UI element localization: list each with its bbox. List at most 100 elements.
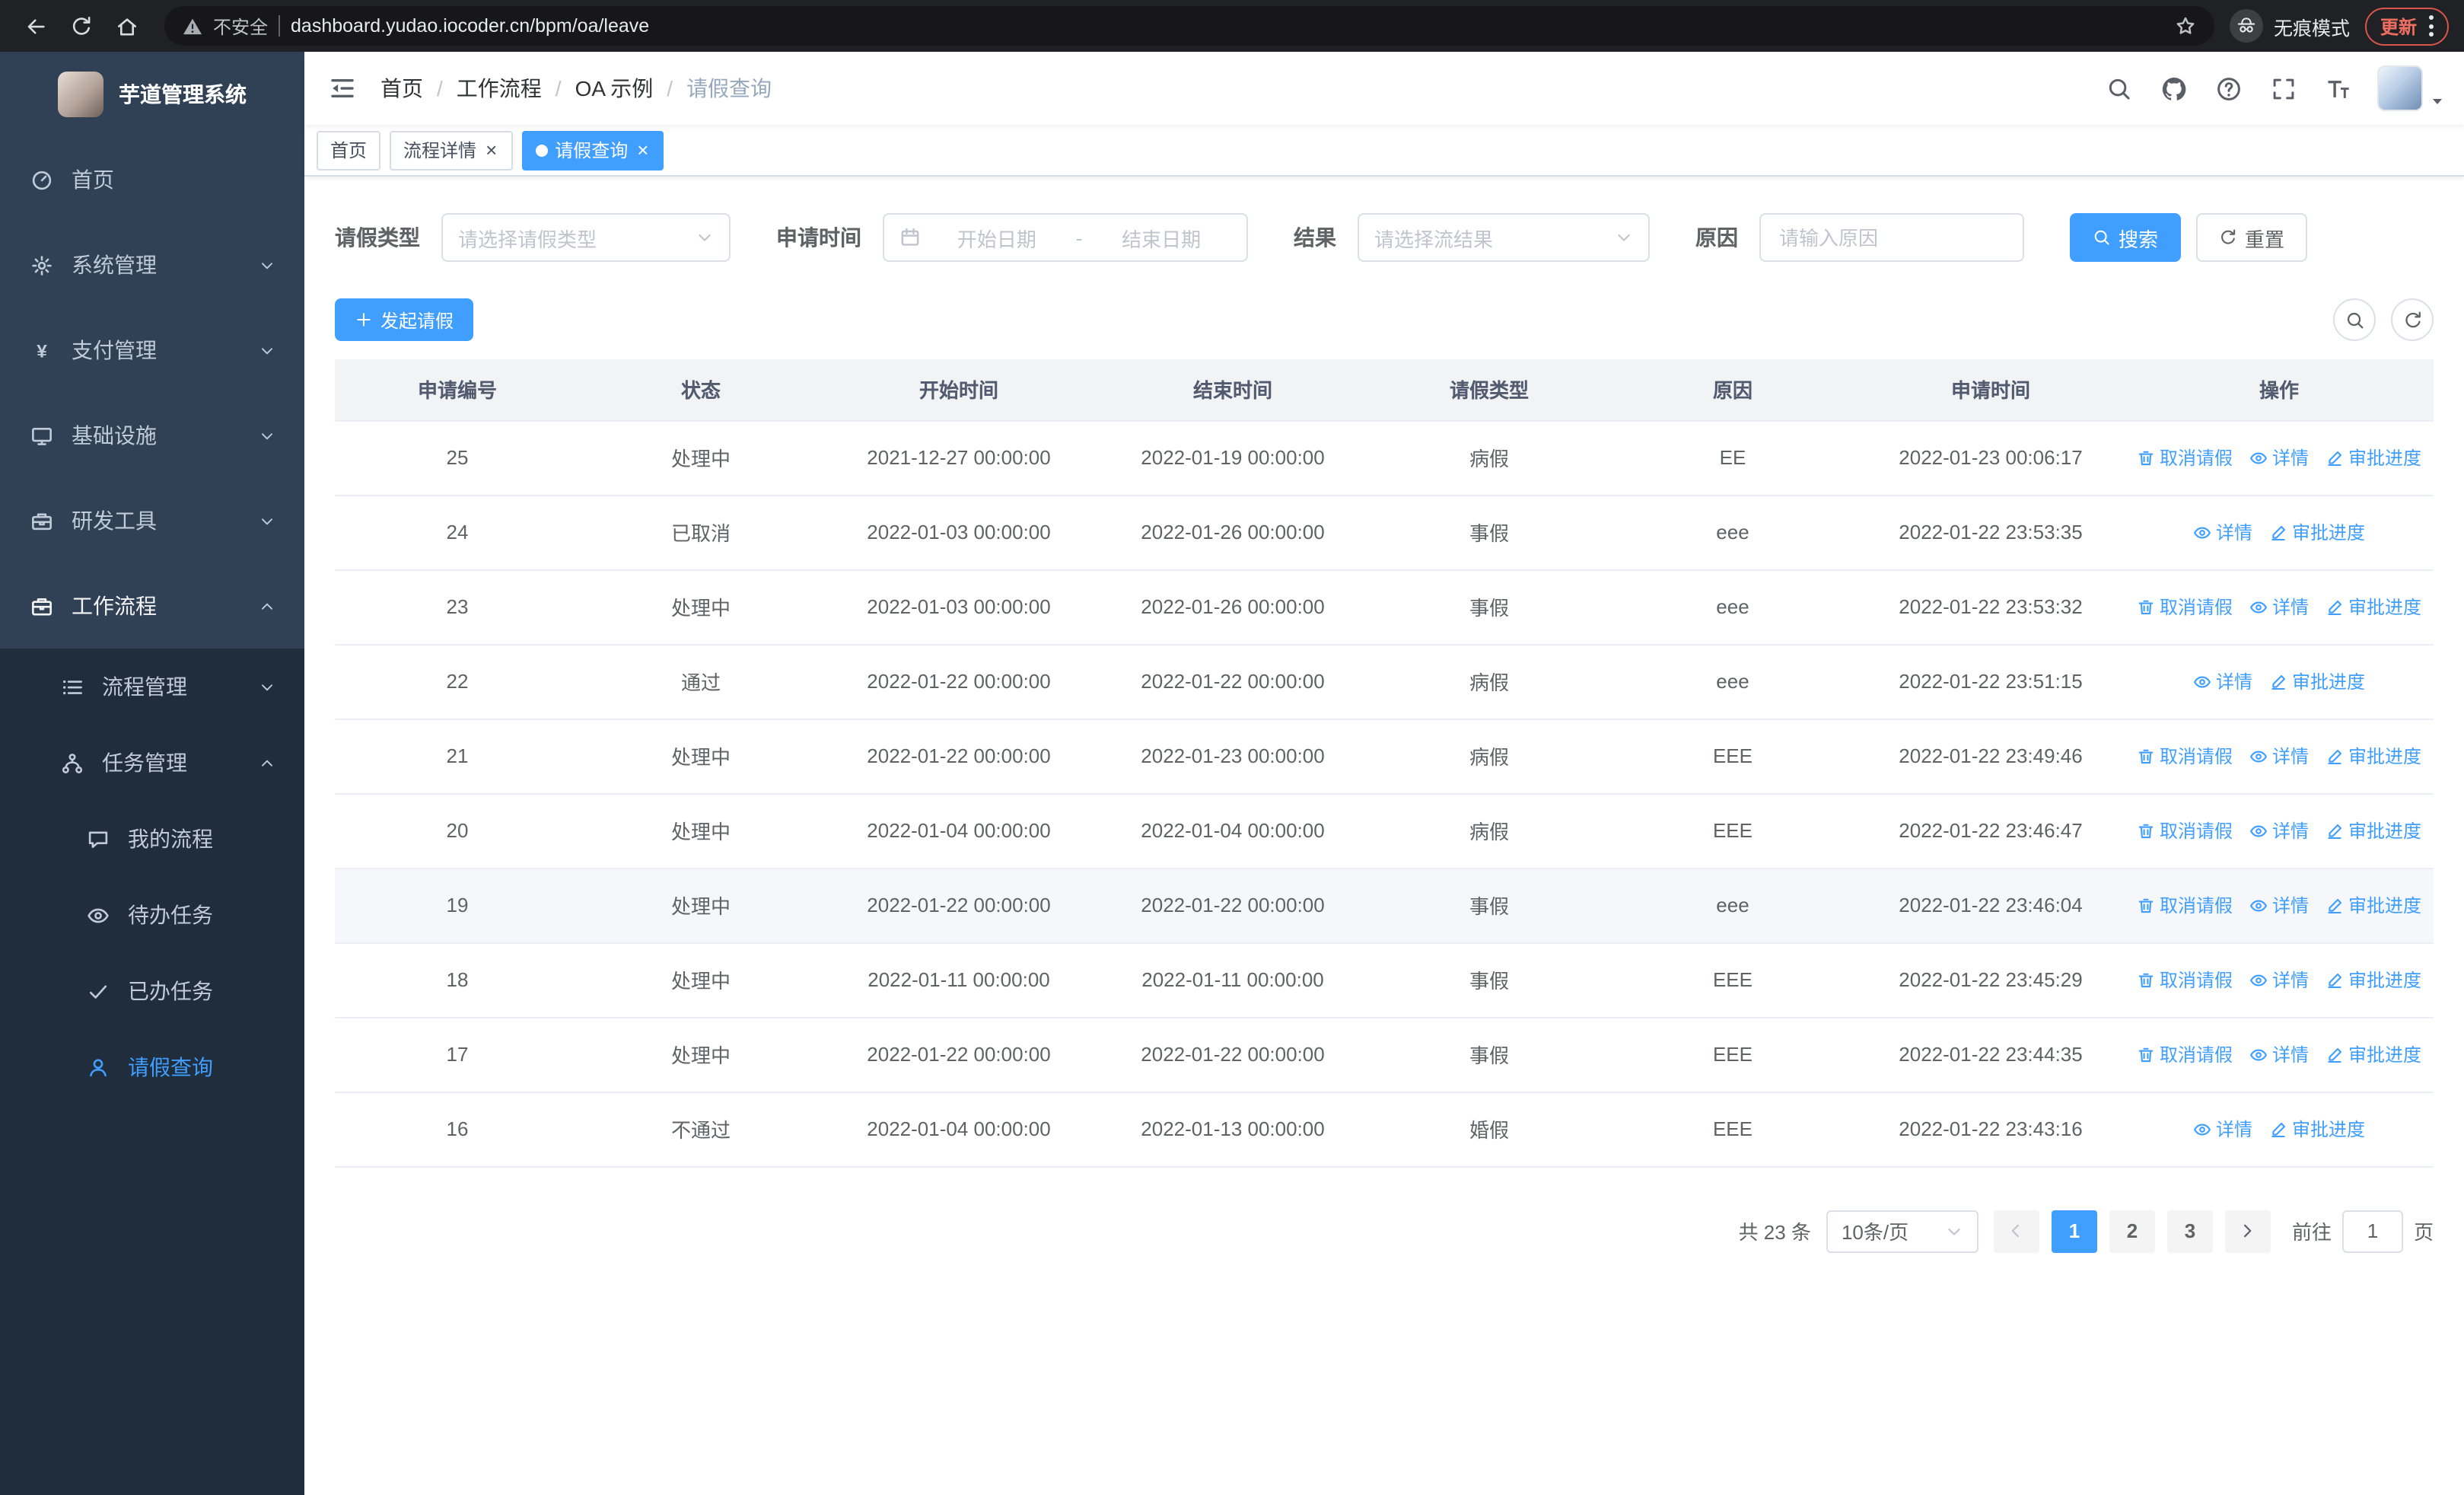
page-button-2[interactable]: 2 bbox=[2109, 1210, 2155, 1252]
sidebar-item-payment[interactable]: ¥ 支付管理 bbox=[0, 308, 304, 393]
goto-page-input[interactable] bbox=[2341, 1210, 2403, 1252]
sidebar-item-devtools[interactable]: 研发工具 bbox=[0, 478, 304, 563]
approval-progress-link[interactable]: 审批进度 bbox=[2326, 1041, 2421, 1067]
table-row-16[interactable]: 16 不通过 2022-01-04 00:00:00 2022-01-13 00:00… bbox=[335, 1092, 2434, 1167]
approval-progress-link[interactable]: 审批进度 bbox=[2326, 967, 2421, 993]
detail-link[interactable]: 详情 bbox=[2249, 967, 2309, 993]
table-row-20[interactable]: 20 处理中 2022-01-04 00:00:00 2022-01-04 00:00… bbox=[335, 793, 2434, 869]
table-row-17[interactable]: 17 处理中 2022-01-22 00:00:00 2022-01-22 00:00… bbox=[335, 1017, 2434, 1092]
browser-reload-icon[interactable] bbox=[61, 5, 102, 46]
breadcrumb-item[interactable]: 首页 bbox=[380, 73, 423, 104]
result-select[interactable]: 请选择流结果 bbox=[1358, 213, 1650, 262]
sidebar-item-process-mgmt[interactable]: 流程管理 bbox=[0, 649, 304, 725]
cancel-leave-link[interactable]: 取消请假 bbox=[2137, 892, 2233, 918]
cell-applied: 2022-01-22 23:53:32 bbox=[1857, 569, 2125, 645]
browser-menu-icon[interactable] bbox=[2429, 15, 2434, 37]
cell-id: 22 bbox=[335, 644, 580, 719]
tab-leave-query[interactable]: 请假查询 × bbox=[521, 130, 664, 170]
chevron-down-icon bbox=[1945, 1222, 1963, 1240]
next-page-button[interactable] bbox=[2224, 1210, 2271, 1252]
refresh-icon bbox=[2219, 228, 2237, 247]
approval-progress-link[interactable]: 审批进度 bbox=[2326, 818, 2421, 843]
avatar[interactable] bbox=[2377, 65, 2423, 111]
tab-close-icon[interactable]: × bbox=[484, 140, 498, 160]
logo[interactable]: 芋道管理系统 bbox=[0, 52, 304, 137]
hamburger-icon[interactable] bbox=[304, 52, 380, 125]
prev-page-button[interactable] bbox=[1993, 1210, 2039, 1252]
cell-operations: 取消请假 详情 审批进度 bbox=[2125, 420, 2434, 496]
address-bar[interactable]: 不安全 dashboard.yudao.iocoder.cn/bpm/oa/le… bbox=[164, 6, 2214, 46]
tab-close-icon[interactable]: × bbox=[635, 140, 650, 160]
page-button-3[interactable]: 3 bbox=[2166, 1210, 2213, 1252]
detail-link[interactable]: 详情 bbox=[2193, 668, 2252, 694]
not-secure-warning-icon[interactable] bbox=[183, 16, 202, 36]
approval-progress-link[interactable]: 审批进度 bbox=[2269, 668, 2365, 694]
cell-status: 已取消 bbox=[580, 495, 822, 570]
font-size-icon[interactable] bbox=[2310, 52, 2365, 125]
search-button[interactable]: 搜索 bbox=[2070, 213, 2182, 262]
reset-button[interactable]: 重置 bbox=[2196, 213, 2308, 262]
approval-progress-link[interactable]: 审批进度 bbox=[2326, 445, 2421, 470]
fullscreen-icon[interactable] bbox=[2255, 52, 2310, 125]
cancel-leave-link[interactable]: 取消请假 bbox=[2137, 445, 2233, 470]
detail-link[interactable]: 详情 bbox=[2249, 818, 2309, 843]
page-size-select[interactable]: 10条/页 bbox=[1826, 1210, 1979, 1252]
cancel-leave-link[interactable]: 取消请假 bbox=[2137, 818, 2233, 843]
app: 芋道管理系统 首页 系统管理 ¥ 支付管理 基础设施 研发工具 工作流程 流程管理 任务管理 我的… bbox=[0, 52, 2464, 1495]
tab-home[interactable]: 首页 bbox=[317, 130, 381, 170]
help-icon[interactable] bbox=[2201, 52, 2255, 125]
browser-back-icon[interactable] bbox=[15, 5, 56, 46]
chevron-up-icon bbox=[259, 598, 275, 614]
breadcrumb-item[interactable]: 工作流程 bbox=[457, 73, 542, 104]
table-row-18[interactable]: 18 处理中 2022-01-11 00:00:00 2022-01-11 00:00… bbox=[335, 942, 2434, 1018]
detail-link[interactable]: 详情 bbox=[2249, 892, 2309, 918]
sidebar-item-done-tasks[interactable]: 已办任务 bbox=[0, 953, 304, 1029]
approval-progress-link[interactable]: 审批进度 bbox=[2326, 892, 2421, 918]
sidebar-item-my-process[interactable]: 我的流程 bbox=[0, 801, 304, 877]
cancel-leave-link[interactable]: 取消请假 bbox=[2137, 1041, 2233, 1067]
refresh-table-icon[interactable] bbox=[2391, 298, 2434, 341]
table-row-21[interactable]: 21 处理中 2022-01-22 00:00:00 2022-01-23 00:00… bbox=[335, 719, 2434, 794]
reason-input[interactable] bbox=[1759, 213, 2024, 262]
detail-link[interactable]: 详情 bbox=[2249, 445, 2309, 470]
cancel-leave-link[interactable]: 取消请假 bbox=[2137, 743, 2233, 769]
sidebar-item-task-mgmt[interactable]: 任务管理 bbox=[0, 725, 304, 801]
sidebar-item-home[interactable]: 首页 bbox=[0, 137, 304, 222]
tab-process-detail[interactable]: 流程详情 × bbox=[390, 130, 513, 170]
approval-progress-link[interactable]: 审批进度 bbox=[2326, 743, 2421, 769]
trash-icon bbox=[2137, 821, 2155, 840]
sidebar-item-system[interactable]: 系统管理 bbox=[0, 222, 304, 308]
toggle-search-icon[interactable] bbox=[2333, 298, 2376, 341]
table-row-25[interactable]: 25 处理中 2021-12-27 00:00:00 2022-01-19 00:00… bbox=[335, 420, 2434, 496]
approval-progress-link[interactable]: 审批进度 bbox=[2326, 594, 2421, 620]
update-button[interactable]: 更新 bbox=[2364, 7, 2449, 45]
apply-time-range-picker[interactable]: 开始日期 - 结束日期 bbox=[883, 213, 1248, 262]
bookmark-star-icon[interactable] bbox=[2175, 15, 2196, 37]
cancel-leave-link[interactable]: 取消请假 bbox=[2137, 967, 2233, 993]
detail-link[interactable]: 详情 bbox=[2249, 743, 2309, 769]
sidebar-item-workflow[interactable]: 工作流程 bbox=[0, 563, 304, 649]
table-row-22[interactable]: 22 通过 2022-01-22 00:00:00 2022-01-22 00:00:… bbox=[335, 644, 2434, 719]
table-row-23[interactable]: 23 处理中 2022-01-03 00:00:00 2022-01-26 00:00… bbox=[335, 569, 2434, 645]
sidebar-item-leave-query[interactable]: 请假查询 bbox=[0, 1029, 304, 1105]
leave-type-select[interactable]: 请选择请假类型 bbox=[441, 213, 731, 262]
table-row-19[interactable]: 19 处理中 2022-01-22 00:00:00 2022-01-22 00:00… bbox=[335, 868, 2434, 943]
cancel-leave-link[interactable]: 取消请假 bbox=[2137, 594, 2233, 620]
sidebar-item-infra[interactable]: 基础设施 bbox=[0, 393, 304, 478]
approval-progress-link[interactable]: 审批进度 bbox=[2269, 1116, 2365, 1142]
detail-link[interactable]: 详情 bbox=[2193, 519, 2252, 545]
detail-link[interactable]: 详情 bbox=[2193, 1116, 2252, 1142]
detail-link[interactable]: 详情 bbox=[2249, 594, 2309, 620]
search-icon[interactable] bbox=[2091, 52, 2146, 125]
create-leave-button[interactable]: 发起请假 bbox=[335, 298, 474, 341]
cell-reason: EEE bbox=[1609, 942, 1857, 1018]
page-button-1[interactable]: 1 bbox=[2051, 1210, 2097, 1252]
detail-link[interactable]: 详情 bbox=[2249, 1041, 2309, 1067]
approval-progress-link[interactable]: 审批进度 bbox=[2269, 519, 2365, 545]
browser-home-icon[interactable] bbox=[107, 5, 148, 46]
avatar-caret-icon[interactable] bbox=[2429, 92, 2446, 109]
sidebar-item-todo-tasks[interactable]: 待办任务 bbox=[0, 877, 304, 953]
table-row-24[interactable]: 24 已取消 2022-01-03 00:00:00 2022-01-26 00:00… bbox=[335, 495, 2434, 570]
breadcrumb-item[interactable]: OA 示例 bbox=[575, 73, 654, 104]
github-icon[interactable] bbox=[2146, 52, 2201, 125]
